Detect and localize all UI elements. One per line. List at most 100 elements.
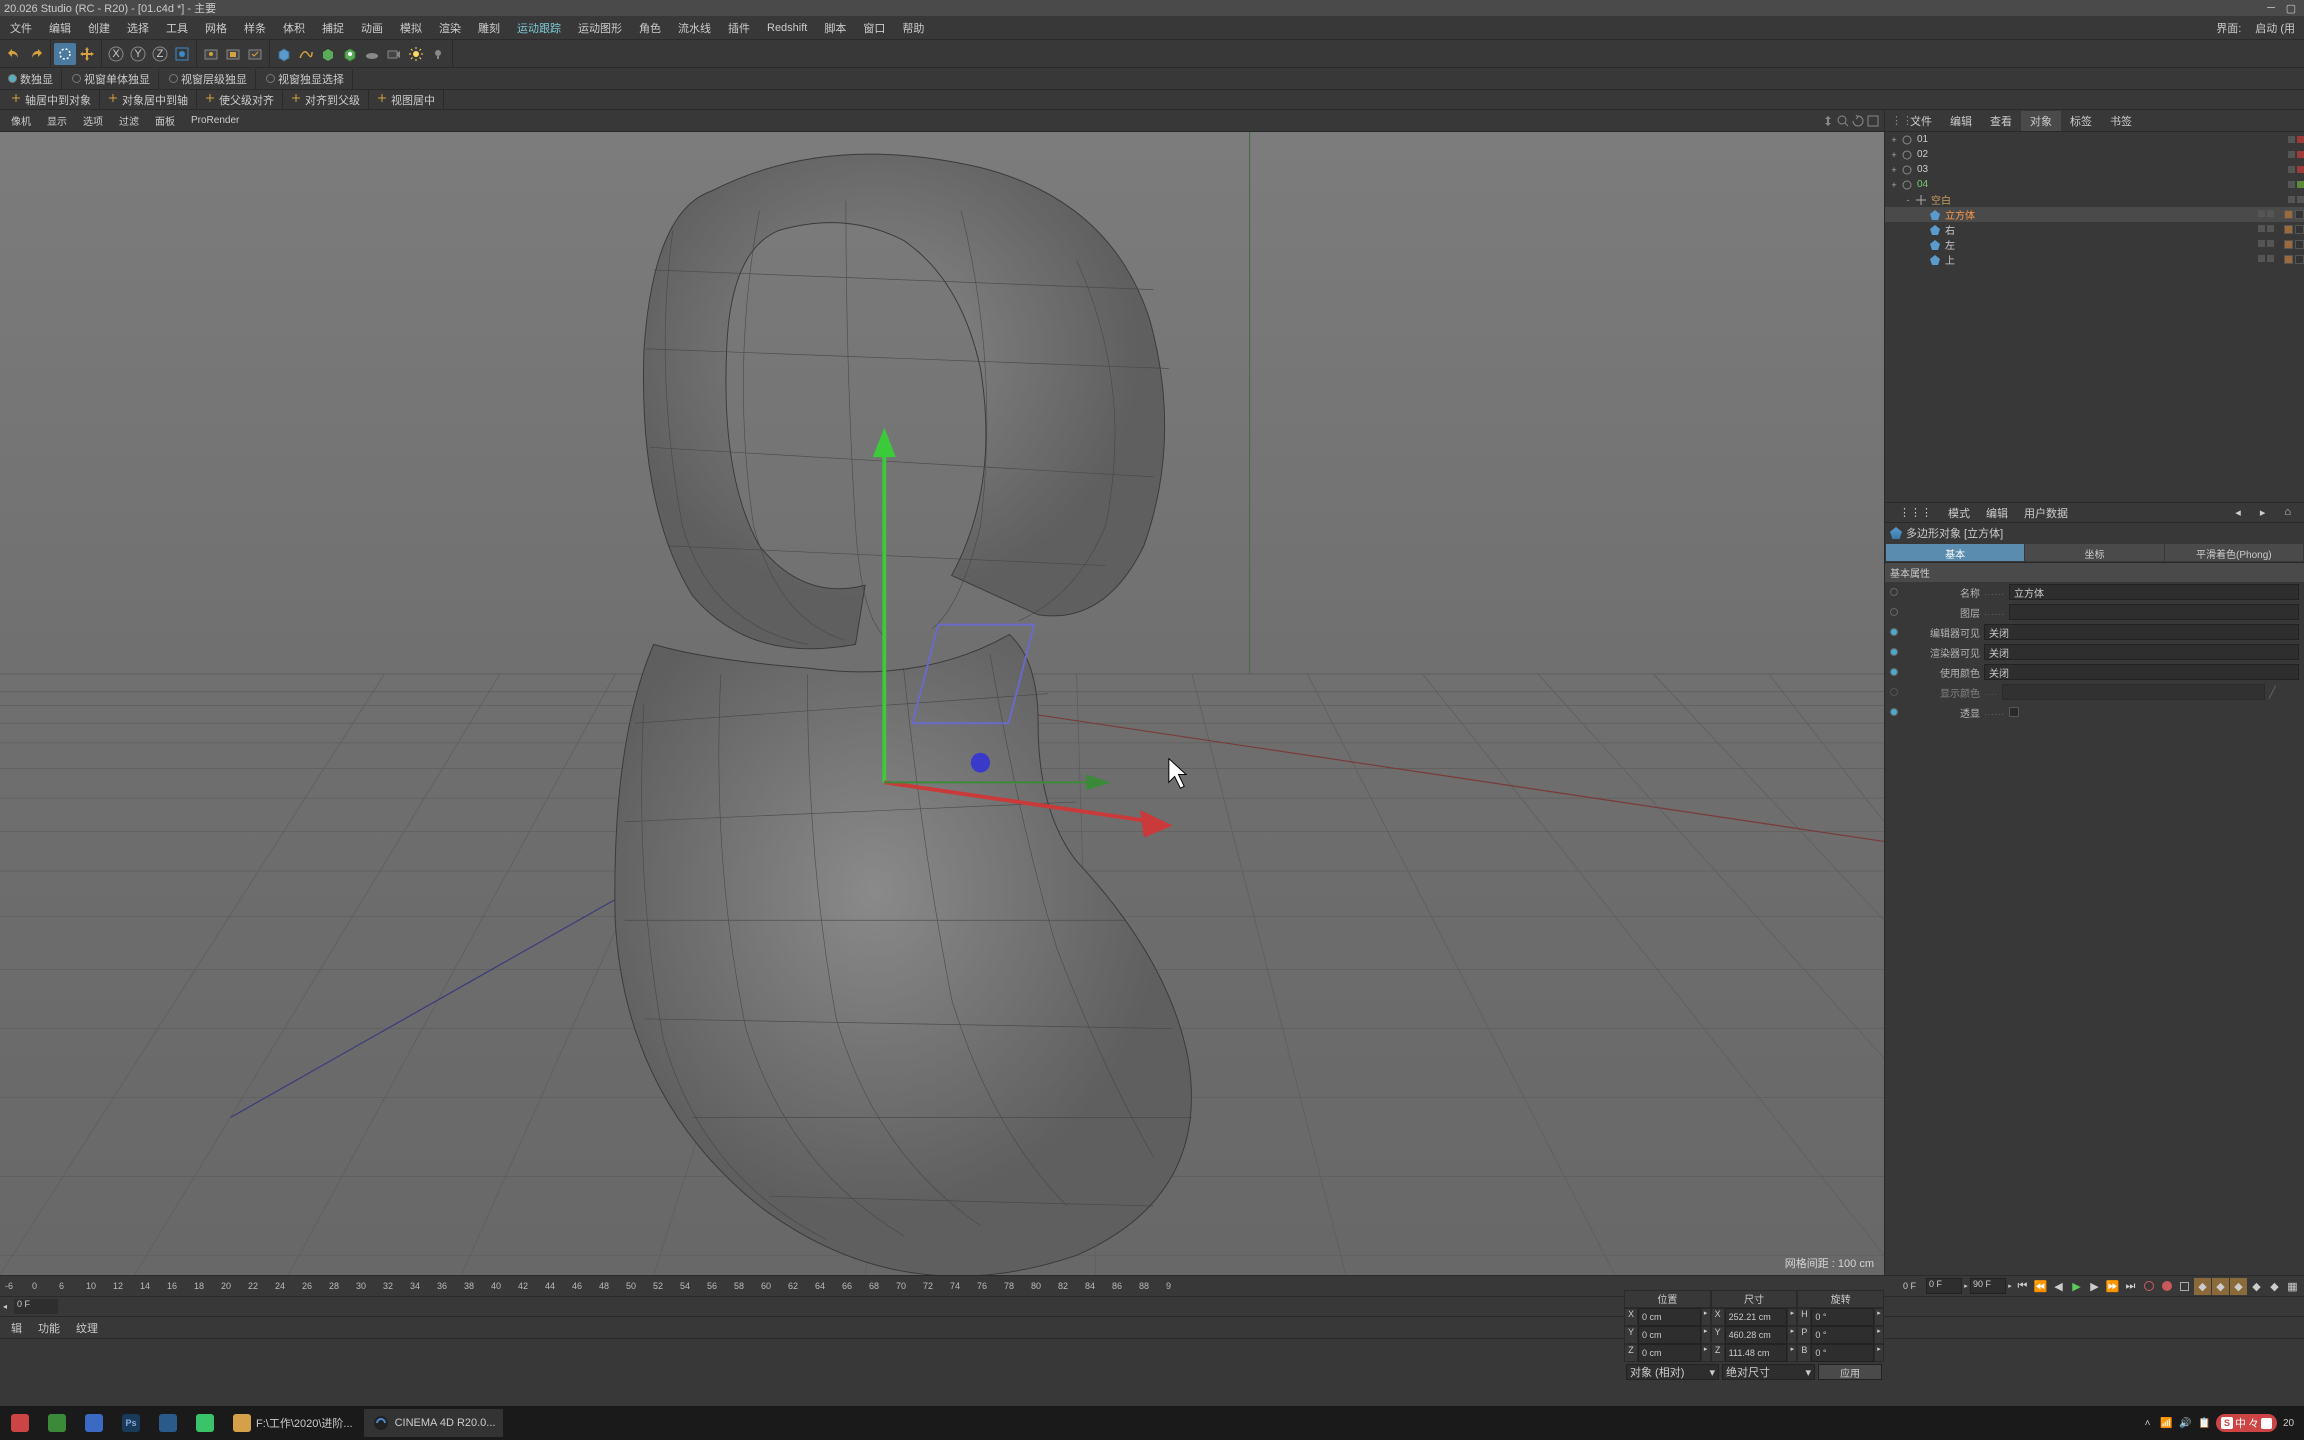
light2-button[interactable] — [427, 43, 449, 65]
vp-menu-显示[interactable]: 显示 — [40, 112, 74, 129]
render-region-button[interactable] — [222, 43, 244, 65]
goto-end-button[interactable]: ⏭ — [2122, 1278, 2139, 1295]
obj-tab[interactable]: 对象 — [2021, 111, 2061, 131]
attr-render-vis[interactable]: 关闭 — [1984, 644, 2299, 660]
menu-文件[interactable]: 文件 — [3, 18, 39, 38]
taskbar-blue[interactable] — [77, 1409, 111, 1437]
vp-rotate-icon[interactable] — [1851, 114, 1865, 128]
spline-button[interactable] — [295, 43, 317, 65]
key-pos-button[interactable]: ◆ — [2194, 1278, 2211, 1295]
menu-帮助[interactable]: 帮助 — [895, 18, 931, 38]
tl-start-field[interactable]: 0 F — [1926, 1278, 1962, 1294]
attr-name-input[interactable]: 立方体 — [2009, 584, 2299, 600]
next-key-button[interactable]: ⏩ — [2104, 1278, 2121, 1295]
keyframe-sel-button[interactable] — [2176, 1278, 2193, 1295]
attr-tab[interactable]: 编辑 — [1978, 503, 2016, 523]
pos-z[interactable]: 0 cm — [1638, 1344, 1701, 1362]
tree-row[interactable]: +02 — [1885, 147, 2304, 162]
prev-key-button[interactable]: ⏪ — [2032, 1278, 2049, 1295]
tree-row[interactable]: 立方体 — [1885, 207, 2304, 222]
goto-start-button[interactable]: ⏮ — [2014, 1278, 2031, 1295]
tl-end-field[interactable]: 90 F — [1970, 1278, 2006, 1294]
taskbar-green[interactable] — [40, 1409, 74, 1437]
menu-编辑[interactable]: 编辑 — [42, 18, 78, 38]
taskbar[interactable]: PsF:\工作\2020\进阶...CINEMA 4D R20.0...˄📶🔊📋… — [0, 1406, 2304, 1440]
coord-mode2[interactable]: 绝对尺寸▾ — [1722, 1364, 1815, 1380]
menu-模拟[interactable]: 模拟 — [393, 18, 429, 38]
z-axis-button[interactable]: Z — [149, 43, 171, 65]
menu-创建[interactable]: 创建 — [81, 18, 117, 38]
menu-动画[interactable]: 动画 — [354, 18, 390, 38]
rot-b[interactable]: 0 ° — [1811, 1344, 1874, 1362]
obj-tab[interactable]: 书签 — [2101, 111, 2141, 131]
axis-cmd[interactable]: 轴居中到对象 — [3, 90, 100, 110]
mat-tab[interactable]: 功能 — [30, 1318, 68, 1338]
rot-p[interactable]: 0 ° — [1811, 1326, 1874, 1344]
x-axis-button[interactable]: X — [105, 43, 127, 65]
tl-field-a[interactable]: 0 F — [14, 1299, 58, 1314]
vp-menu-像机[interactable]: 像机 — [4, 112, 38, 129]
iso-mode[interactable]: 视窗独显选择 — [258, 69, 353, 89]
play-button[interactable]: ▶ — [2068, 1278, 2085, 1295]
menu-捕捉[interactable]: 捕捉 — [315, 18, 351, 38]
rot-h[interactable]: 0 ° — [1811, 1308, 1874, 1326]
key-pla-button[interactable]: ◆ — [2266, 1278, 2283, 1295]
menu-雕刻[interactable]: 雕刻 — [471, 18, 507, 38]
iso-mode[interactable]: 数独显 — [0, 69, 62, 89]
iso-mode[interactable]: 视窗单体独显 — [64, 69, 159, 89]
tree-row[interactable]: -空白 — [1885, 192, 2304, 207]
tl-options-button[interactable]: ▦ — [2284, 1278, 2301, 1295]
attr-subtab[interactable]: 平滑着色(Phong) — [2165, 544, 2303, 561]
tree-row[interactable]: 左 — [1885, 237, 2304, 252]
vp-zoom-icon[interactable] — [1836, 114, 1850, 128]
menu-插件[interactable]: 插件 — [721, 18, 757, 38]
vp-nav-icon[interactable] — [1821, 114, 1835, 128]
coord-sys-button[interactable] — [171, 43, 193, 65]
menu-渲染[interactable]: 渲染 — [432, 18, 468, 38]
coord-mode1[interactable]: 对象 (相对)▾ — [1626, 1364, 1719, 1380]
menu-角色[interactable]: 角色 — [632, 18, 668, 38]
vp-menu-选项[interactable]: 选项 — [76, 112, 110, 129]
taskbar-ps[interactable]: Ps — [114, 1409, 148, 1437]
attr-subtab[interactable]: 基本 — [1886, 544, 2024, 561]
attr-show-color[interactable] — [2002, 684, 2265, 700]
attr-use-color[interactable]: 关闭 — [1984, 664, 2299, 680]
prev-frame-button[interactable]: ◀ — [2050, 1278, 2067, 1295]
iso-mode[interactable]: 视窗层级独显 — [161, 69, 256, 89]
size-z[interactable]: 111.48 cm — [1725, 1344, 1788, 1362]
obj-tab[interactable]: 查看 — [1981, 111, 2021, 131]
menu-样条[interactable]: 样条 — [237, 18, 273, 38]
menu-选择[interactable]: 选择 — [120, 18, 156, 38]
mat-tab[interactable]: 辑 — [3, 1318, 30, 1338]
attr-xray-check[interactable] — [2009, 707, 2019, 717]
move-button[interactable] — [76, 43, 98, 65]
menu-流水线[interactable]: 流水线 — [671, 18, 718, 38]
size-y[interactable]: 460.28 cm — [1725, 1326, 1788, 1344]
tree-row[interactable]: +04 — [1885, 177, 2304, 192]
vp-max-icon[interactable] — [1866, 114, 1880, 128]
key-param-button[interactable]: ◆ — [2248, 1278, 2265, 1295]
tree-row[interactable]: 上 — [1885, 252, 2304, 267]
vp-menu-面板[interactable]: 面板 — [148, 112, 182, 129]
undo-button[interactable] — [3, 43, 25, 65]
menu-工具[interactable]: 工具 — [159, 18, 195, 38]
mat-tab[interactable]: 纹理 — [68, 1318, 106, 1338]
menu-Redshift[interactable]: Redshift — [760, 20, 814, 36]
axis-cmd[interactable]: 对象居中到轴 — [100, 90, 197, 110]
apply-button[interactable]: 应用 — [1818, 1364, 1882, 1380]
menu-网格[interactable]: 网格 — [198, 18, 234, 38]
menu-运动跟踪[interactable]: 运动跟踪 — [510, 18, 568, 38]
y-axis-button[interactable]: Y — [127, 43, 149, 65]
light-button[interactable] — [405, 43, 427, 65]
key-scale-button[interactable]: ◆ — [2212, 1278, 2229, 1295]
axis-cmd[interactable]: 使父级对齐 — [197, 90, 283, 110]
camera-button[interactable] — [383, 43, 405, 65]
ime-pill[interactable]: S中々 — [2216, 1414, 2277, 1432]
tree-row[interactable]: +03 — [1885, 162, 2304, 177]
render-view-button[interactable] — [200, 43, 222, 65]
menu-脚本[interactable]: 脚本 — [817, 18, 853, 38]
obj-tab[interactable]: 标签 — [2061, 111, 2101, 131]
obj-tab[interactable]: 文件 — [1901, 111, 1941, 131]
menu-体积[interactable]: 体积 — [276, 18, 312, 38]
size-x[interactable]: 252.21 cm — [1725, 1308, 1788, 1326]
